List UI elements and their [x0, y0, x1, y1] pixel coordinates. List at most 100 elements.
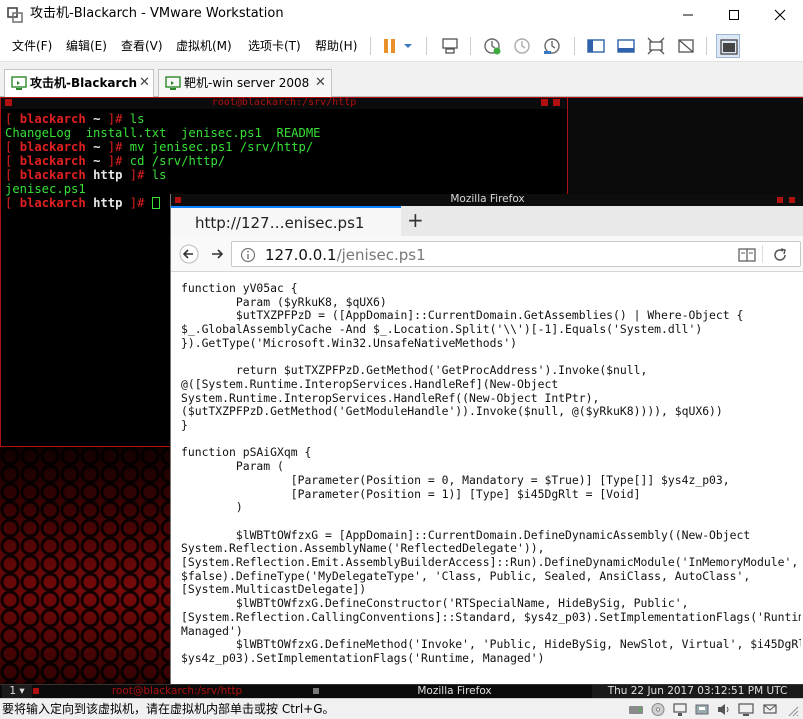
sound-icon[interactable]	[716, 702, 732, 717]
menu-vm[interactable]: 虚拟机(M)	[176, 38, 232, 54]
window-title: 攻击机-Blackarch - VMware Workstation	[30, 6, 284, 21]
terminal-close-icon[interactable]	[553, 99, 560, 106]
menu-tabs[interactable]: 选项卡(T)	[248, 38, 301, 54]
toolbar-separator	[426, 37, 427, 55]
unity-icon	[678, 39, 694, 53]
message-icon[interactable]	[762, 702, 778, 717]
power-dropdown[interactable]	[400, 34, 416, 58]
tab-close-icon[interactable]: ✕	[315, 75, 326, 90]
prompt-user: blackarch	[19, 112, 86, 126]
thumbnail-bar-button[interactable]	[614, 34, 638, 58]
send-ctrl-alt-del-button[interactable]	[438, 34, 462, 58]
code-line: [Parameter(Position = 1)] [Type] $i45DgR…	[181, 486, 641, 501]
vmware-icon	[7, 7, 23, 23]
terminal-maximize-icon[interactable]	[541, 99, 548, 106]
console-view-button[interactable]	[716, 34, 740, 58]
window-titlebar: 攻击机-Blackarch - VMware Workstation	[0, 0, 803, 30]
prompt-bracket: ]#	[122, 196, 152, 210]
code-line: [Parameter(Position = 0, Mandatory = $Tr…	[181, 472, 730, 487]
full-screen-button[interactable]	[644, 34, 668, 58]
workspace-number: 1	[9, 685, 17, 697]
pause-icon	[384, 39, 395, 53]
prompt-command: mv jenisec.ps1 /srv/http/	[129, 140, 314, 154]
firefox-close-icon[interactable]	[789, 197, 795, 203]
task-terminal[interactable]: root@blackarch:/srv/http	[42, 685, 312, 698]
code-line: $lWBTtOWfzxG = [AppDomain]::CurrentDomai…	[181, 527, 751, 542]
terminal-prompt-line: [ blackarch ~ ]# cd /srv/http/	[5, 154, 321, 168]
url-bar[interactable]: 127.0.0.1/jenisec.ps1	[231, 241, 801, 267]
reload-icon[interactable]	[772, 247, 788, 263]
prompt-command: ls	[151, 168, 167, 182]
url-text: 127.0.0.1/jenisec.ps1	[265, 246, 426, 264]
unity-button[interactable]	[674, 34, 698, 58]
tab-target-vm[interactable]: 靶机-win server 2008 ✕	[158, 69, 332, 97]
menu-help[interactable]: 帮助(H)	[315, 38, 357, 54]
vm-icon	[165, 76, 181, 90]
menu-view[interactable]: 查看(V)	[121, 38, 163, 54]
maximize-button[interactable]	[711, 0, 757, 30]
workspace-switcher[interactable]: 1 ▾	[2, 685, 32, 698]
command-output: jenisec.ps1	[5, 182, 86, 196]
code-line: [System.Reflection.Emit.AssemblyBuilderA…	[181, 555, 799, 570]
guest-taskbar: 1 ▾ root@blackarch:/srv/http Mozilla Fir…	[0, 684, 803, 698]
revert-snapshot-button[interactable]	[510, 34, 534, 58]
status-bar: 要将输入定向到该虚拟机，请在虚拟机内部单击或按 Ctrl+G。	[0, 698, 803, 719]
prompt-dir: http	[85, 196, 123, 210]
toolbar-separator	[470, 37, 471, 55]
tab-attacker-vm[interactable]: 攻击机-Blackarch ✕	[4, 69, 154, 98]
resize-grip-icon[interactable]	[784, 702, 800, 717]
code-line: }	[181, 418, 188, 433]
code-line: Param (	[181, 459, 284, 474]
hard-disk-icon[interactable]	[628, 702, 644, 717]
forward-button[interactable]	[207, 244, 227, 264]
terminal-cursor	[151, 197, 160, 209]
code-line: System.Runtime.InteropServices.HandleRef…	[181, 390, 600, 405]
firefox-maximize-icon[interactable]	[777, 197, 783, 203]
menu-edit[interactable]: 编辑(E)	[66, 38, 107, 54]
display-icon[interactable]	[738, 702, 754, 717]
snapshot-icon	[484, 38, 501, 55]
tab-label: 攻击机-Blackarch	[30, 76, 138, 90]
show-library-button[interactable]	[584, 34, 608, 58]
code-line: Managed')	[181, 623, 243, 638]
code-line: Param ($yRkuK8, $qUX6)	[181, 294, 387, 309]
firefox-tab[interactable]: http://127…enisec.ps1	[171, 206, 401, 236]
guest-display[interactable]: root@blackarch:/srv/http [ blackarch ~ ]…	[0, 97, 803, 698]
desktop-area	[568, 97, 803, 197]
terminal-prompt-line: [ blackarch ~ ]# ls	[5, 112, 321, 126]
menu-file[interactable]: 文件(F)	[12, 38, 52, 54]
take-snapshot-button[interactable]	[480, 34, 504, 58]
network-icon[interactable]	[672, 702, 688, 717]
terminal-prompt-line: [ blackarch ~ ]# mv jenisec.ps1 /srv/htt…	[5, 140, 321, 154]
status-text: 要将输入定向到该虚拟机，请在虚拟机内部单击或按 Ctrl+G。	[2, 702, 335, 716]
reader-view-icon[interactable]	[738, 247, 756, 263]
cd-drive-icon[interactable]	[650, 702, 666, 717]
firefox-tab-strip: http://127…enisec.ps1 +	[171, 206, 803, 236]
snapshot-manager-icon	[544, 38, 560, 54]
prompt-bracket: [	[5, 140, 20, 154]
full-screen-icon	[647, 37, 665, 55]
close-button[interactable]	[757, 0, 803, 30]
firefox-window[interactable]: Mozilla Firefox http://127…enisec.ps1 + …	[170, 193, 803, 684]
command-output: ChangeLog install.txt jenisec.ps1 README	[5, 126, 321, 140]
prompt-dir: ~	[85, 140, 101, 154]
pause-button[interactable]	[378, 34, 402, 58]
forward-arrow-icon	[212, 249, 224, 259]
url-bar-divider	[762, 245, 763, 263]
firefox-task-icon	[313, 688, 319, 694]
info-icon	[240, 247, 256, 263]
menu-bar: 文件(F) 编辑(E) 查看(V) 虚拟机(M) 选项卡(T) 帮助(H)	[0, 30, 803, 62]
snapshot-manager-button[interactable]	[540, 34, 564, 58]
new-tab-button[interactable]: +	[407, 209, 424, 231]
desktop-bar	[568, 97, 803, 108]
code-line: System.Reflection.AssemblyName('Reflecte…	[181, 541, 545, 556]
clock: Thu 22 Jun 2017 03:12:51 PM UTC	[592, 685, 803, 698]
task-firefox[interactable]: Mozilla Firefox	[322, 685, 587, 698]
code-line: $_.GlobalAssemblyCache -And $_.Location.…	[181, 322, 703, 337]
tab-close-icon[interactable]: ✕	[139, 75, 150, 90]
minimize-button[interactable]	[665, 0, 711, 30]
firefox-tab-title: http://127…enisec.ps1	[195, 214, 365, 232]
back-button[interactable]	[179, 244, 199, 264]
prompt-command: cd /srv/http/	[129, 154, 226, 168]
usb-icon[interactable]	[694, 702, 710, 717]
